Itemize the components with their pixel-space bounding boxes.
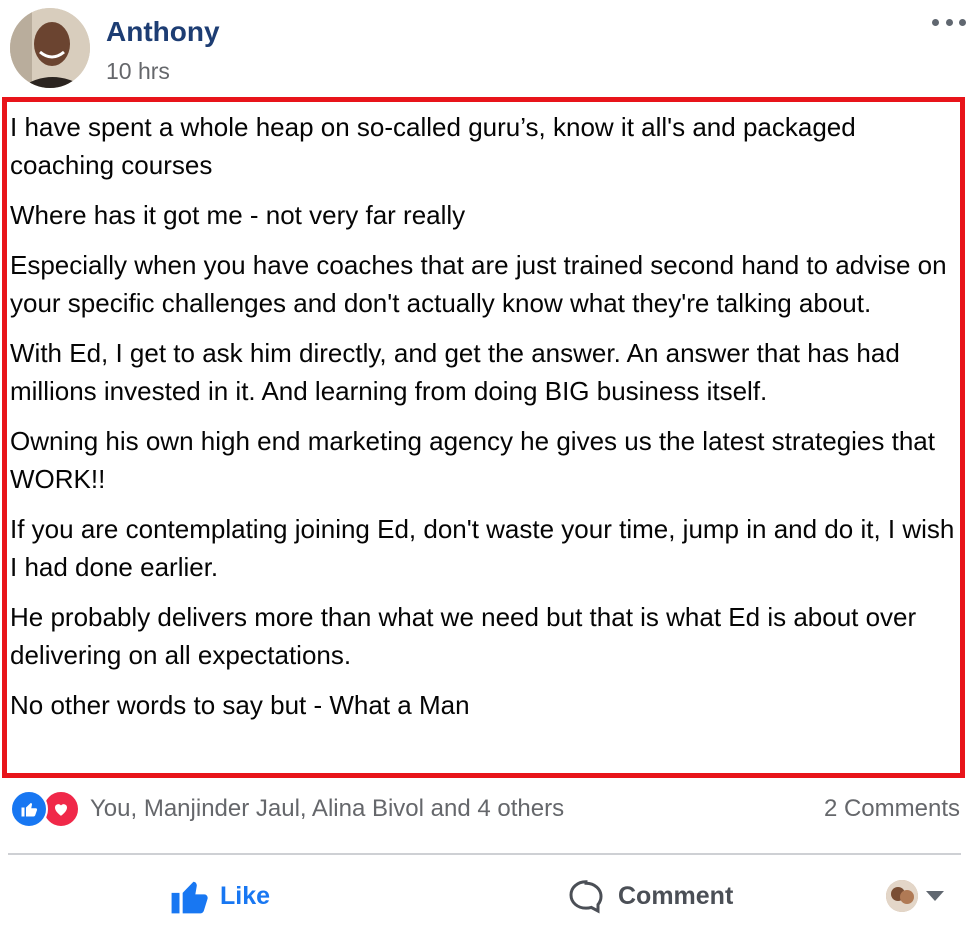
user-avatar bbox=[886, 880, 918, 912]
like-icon bbox=[10, 790, 48, 828]
post-body-highlight: I have spent a whole heap on so-called g… bbox=[2, 97, 965, 778]
post-paragraph: Where has it got me - not very far reall… bbox=[10, 200, 466, 230]
reaction-names[interactable]: You, Manjinder Jaul, Alina Bivol and 4 o… bbox=[90, 794, 564, 824]
reaction-icons[interactable] bbox=[10, 790, 82, 828]
post-actions: Like Comment bbox=[0, 866, 978, 926]
post-paragraph: Especially when you have coaches that ar… bbox=[10, 250, 954, 318]
post-paragraph: No other words to say but - What a Man bbox=[10, 690, 470, 720]
post-paragraph: With Ed, I get to ask him directly, and … bbox=[10, 338, 908, 406]
post-header: Anthony 10 hrs bbox=[0, 0, 978, 96]
post-paragraph: Owning his own high end marketing agency… bbox=[10, 426, 943, 494]
post-timestamp[interactable]: 10 hrs bbox=[106, 56, 170, 86]
like-label: Like bbox=[220, 881, 271, 910]
comment-as-selector[interactable] bbox=[886, 880, 944, 912]
comment-icon bbox=[569, 880, 603, 914]
facebook-post: Anthony 10 hrs I have spent a whole heap… bbox=[0, 0, 978, 927]
author-avatar[interactable] bbox=[10, 8, 90, 88]
comments-count[interactable]: 2 Comments bbox=[824, 794, 960, 824]
author-name[interactable]: Anthony bbox=[106, 14, 220, 50]
post-paragraph: I have spent a whole heap on so-called g… bbox=[10, 112, 863, 180]
comment-button[interactable]: Comment bbox=[568, 874, 733, 918]
post-paragraph: If you are contemplating joining Ed, don… bbox=[10, 514, 962, 582]
thumbs-up-icon bbox=[171, 881, 208, 914]
like-button[interactable]: Like bbox=[170, 874, 270, 918]
reactions-bar: You, Manjinder Jaul, Alina Bivol and 4 o… bbox=[0, 786, 978, 832]
post-text: I have spent a whole heap on so-called g… bbox=[7, 102, 960, 724]
post-paragraph: He probably delivers more than what we n… bbox=[10, 602, 924, 670]
divider bbox=[8, 853, 961, 855]
chevron-down-icon bbox=[926, 891, 944, 901]
comment-label: Comment bbox=[618, 881, 734, 910]
more-options-icon[interactable] bbox=[932, 12, 966, 32]
